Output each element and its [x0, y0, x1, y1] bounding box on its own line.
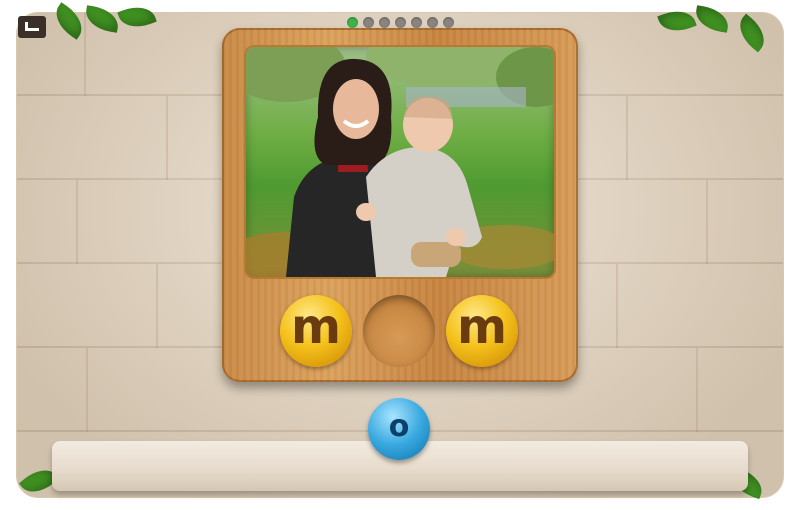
draggable-letter-ball[interactable]: o — [368, 398, 430, 460]
letter-slot-1[interactable]: m — [280, 295, 352, 367]
letter-text: o — [388, 409, 410, 444]
progress-dot — [443, 17, 454, 28]
letter-text: m — [290, 299, 341, 355]
progress-dots — [347, 17, 454, 28]
back-arrow-icon — [25, 22, 39, 31]
progress-dot — [379, 17, 390, 28]
photo-illustration — [246, 47, 554, 277]
back-button[interactable] — [18, 16, 46, 38]
progress-dot — [411, 17, 422, 28]
empty-letter-slot[interactable] — [363, 295, 435, 367]
progress-dot — [347, 17, 358, 28]
word-photo — [246, 47, 554, 277]
letter-slot-3[interactable]: m — [446, 295, 518, 367]
progress-dot — [363, 17, 374, 28]
progress-dot — [395, 17, 406, 28]
progress-dot — [427, 17, 438, 28]
letter-text: m — [456, 299, 507, 355]
